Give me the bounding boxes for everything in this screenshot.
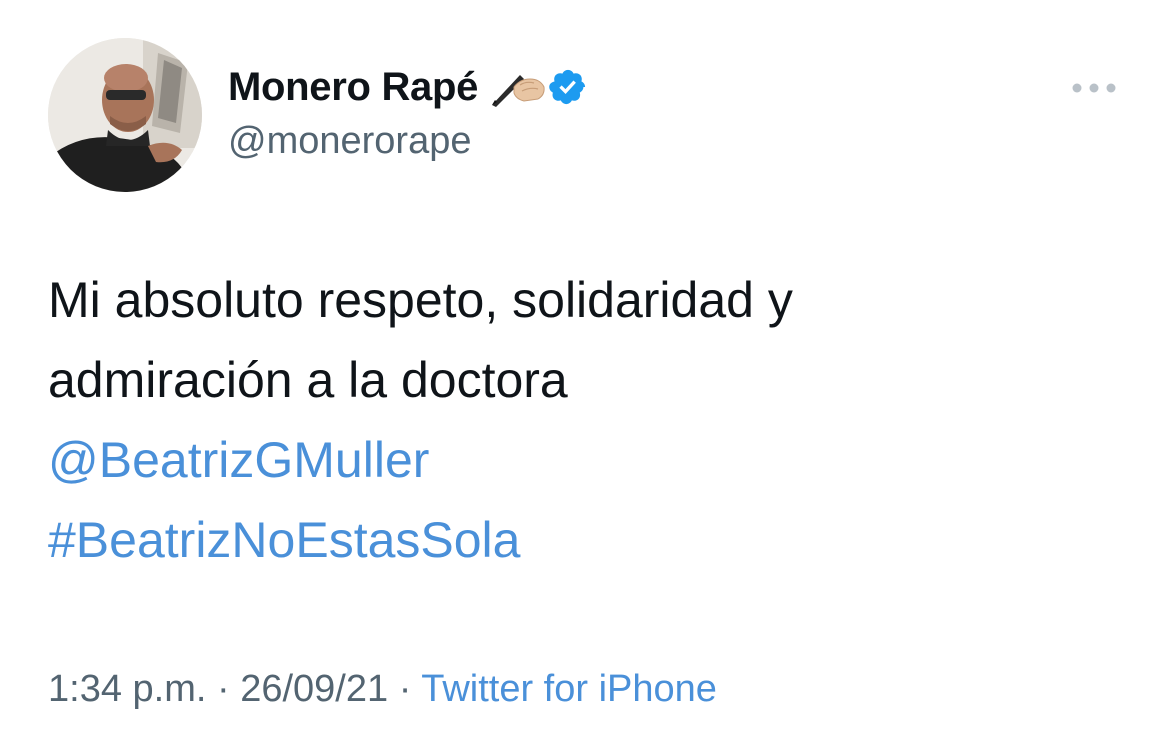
tweet-text-line: admiración a la doctora	[48, 352, 568, 408]
meta-separator: ·	[216, 668, 230, 710]
tweet-card: Monero Rapé @monerorape Mi absoluto resp…	[0, 0, 1170, 730]
hashtag-link[interactable]: #BeatrizNoEstasSola	[48, 500, 1128, 580]
author-display-name[interactable]: Monero Rapé	[228, 65, 478, 110]
tweet-text: Mi absoluto respeto, solidaridad y admir…	[48, 260, 1128, 580]
more-horizontal-icon	[1072, 83, 1116, 93]
author-handle[interactable]: @monerorape	[228, 120, 471, 163]
tweet-date[interactable]: 26/09/21	[240, 668, 388, 710]
more-options-button[interactable]	[1066, 70, 1122, 106]
writing-hand-icon	[490, 65, 546, 109]
tweet-source-link[interactable]: Twitter for iPhone	[421, 668, 717, 710]
meta-separator: ·	[398, 668, 412, 710]
tweet-metadata: 1:34 p.m. · 26/09/21 · Twitter for iPhon…	[48, 668, 717, 711]
verified-badge-icon	[548, 67, 588, 107]
avatar[interactable]	[48, 38, 202, 192]
tweet-time[interactable]: 1:34 p.m.	[48, 668, 206, 710]
avatar-photo	[48, 38, 202, 192]
mention-link[interactable]: @BeatrizGMuller	[48, 420, 1128, 500]
author-name-row: Monero Rapé	[228, 62, 588, 112]
tweet-text-line: Mi absoluto respeto, solidaridad y	[48, 272, 793, 328]
